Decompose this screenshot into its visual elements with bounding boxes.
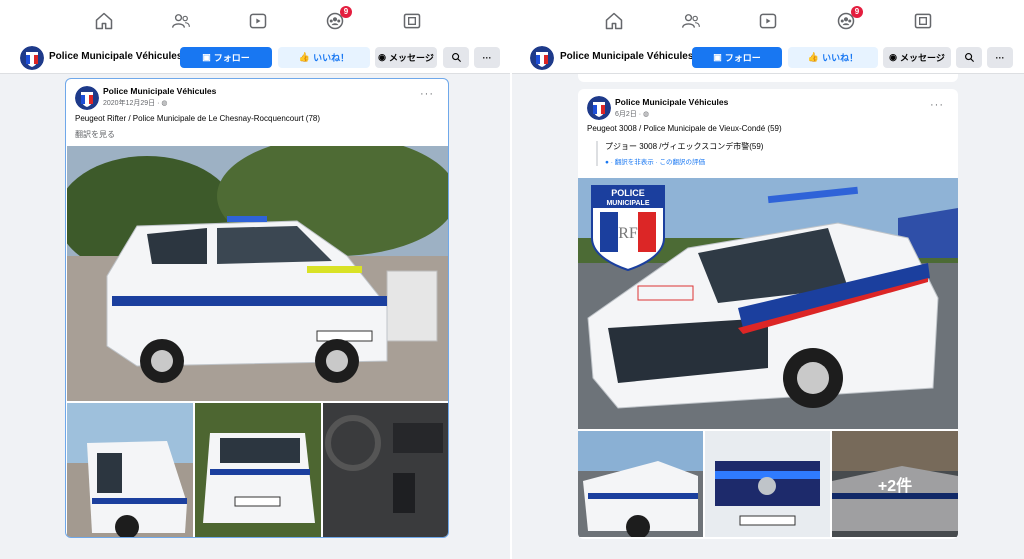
friends-icon[interactable] (170, 11, 192, 31)
post-card: Police Municipale Véhicules 6月2日 · ◍ ···… (578, 89, 958, 539)
search-button[interactable] (956, 47, 982, 68)
decal-text-line1: POLICE (611, 188, 645, 198)
left-screenshot-pane: 9 Police Municipale Véhicules ▣ フォロー 👍 いいね… (0, 0, 510, 559)
message-button[interactable]: ◉ メッセージ (883, 47, 951, 68)
post-text: Peugeot 3008 / Police Municipale de Vieu… (587, 124, 782, 133)
messenger-icon: ◉ (378, 52, 387, 62)
more-options-button[interactable]: ··· (987, 47, 1013, 68)
top-navigation-bar: 9 (512, 0, 1024, 42)
groups-icon[interactable]: 9 (324, 6, 352, 31)
decal-letters: RF (618, 225, 638, 242)
search-icon (451, 53, 461, 63)
post-author-name[interactable]: Police Municipale Véhicules (615, 97, 728, 107)
follow-button[interactable]: ▣ フォロー (180, 47, 272, 68)
post-thumbnail-1[interactable] (67, 403, 193, 537)
post-timestamp[interactable]: 6月2日 · ◍ (615, 109, 649, 119)
globe-icon: ◍ (643, 111, 650, 118)
previous-post-card-edge (578, 74, 958, 82)
gaming-icon[interactable] (401, 11, 423, 31)
search-button[interactable] (443, 47, 469, 68)
search-icon (964, 53, 974, 63)
friends-icon[interactable] (680, 11, 702, 31)
more-photos-overlay[interactable]: +2件 (832, 431, 958, 537)
post-card: Police Municipale Véhicules 2020年12月29日 … (65, 78, 449, 538)
notification-badge: 9 (851, 6, 863, 18)
thumbs-up-icon: 👍 (807, 52, 820, 62)
notification-badge: 9 (340, 6, 352, 18)
page-name[interactable]: Police Municipale Véhicules (560, 51, 693, 62)
like-button[interactable]: 👍 いいね！ (788, 47, 878, 68)
post-author-avatar[interactable] (75, 86, 99, 110)
post-menu-button[interactable]: ··· (930, 99, 944, 111)
post-thumbnail-2[interactable] (705, 431, 830, 537)
post-author-name[interactable]: Police Municipale Véhicules (103, 86, 216, 96)
video-icon[interactable] (757, 11, 779, 31)
like-button[interactable]: 👍 いいね！ (278, 47, 370, 68)
video-icon[interactable] (247, 11, 269, 31)
translated-text: プジョー 3008 /ヴィエックスコンデ市警(59) (605, 142, 764, 151)
thumbs-up-icon: 👍 (298, 52, 311, 62)
follow-button[interactable]: ▣ フォロー (692, 47, 782, 68)
post-author-avatar[interactable] (587, 96, 611, 120)
post-text: Peugeot Rifter / Police Municipale de Le… (75, 114, 321, 123)
post-main-photo[interactable]: POLICE MUNICIPALE RF (578, 178, 958, 429)
home-icon[interactable] (603, 11, 625, 31)
page-name[interactable]: Police Municipale Véhicules (49, 51, 182, 62)
page-avatar[interactable] (530, 46, 554, 70)
follow-icon: ▣ (202, 52, 211, 62)
decal-text-line2: MUNICIPALE (606, 200, 649, 207)
right-screenshot-pane: 9 Police Municipale Véhicules ▣ フォロー 👍 いいね… (512, 0, 1024, 559)
more-options-button[interactable]: ··· (474, 47, 500, 68)
top-navigation-bar: 9 (0, 0, 510, 42)
post-menu-button[interactable]: ··· (420, 88, 434, 100)
post-thumbnail-1[interactable] (578, 431, 703, 537)
messenger-icon: ◉ (889, 52, 898, 62)
post-thumbnail-2[interactable] (195, 403, 321, 537)
translation-links[interactable]: ● · 翻訳を非表示 · この翻訳の評価 (605, 156, 763, 166)
post-timestamp[interactable]: 2020年12月29日 · ◍ (103, 98, 167, 108)
globe-icon: ◍ (161, 100, 168, 107)
home-icon[interactable] (93, 11, 115, 31)
groups-icon[interactable]: 9 (835, 6, 863, 31)
page-avatar[interactable] (20, 46, 44, 70)
post-thumbnail-3[interactable] (323, 403, 448, 537)
message-button[interactable]: ◉ メッセージ (375, 47, 437, 68)
post-main-photo[interactable] (67, 146, 448, 401)
see-translation-link[interactable]: 翻訳を見る (75, 129, 115, 140)
page-header-bar: Police Municipale Véhicules ▣ フォロー 👍 いいね！ … (512, 42, 1024, 74)
follow-icon: ▣ (713, 52, 722, 62)
page-header-bar: Police Municipale Véhicules ▣ フォロー 👍 いいね！ … (0, 42, 510, 74)
translation-block: プジョー 3008 /ヴィエックスコンデ市警(59) ● · 翻訳を非表示 · … (596, 141, 763, 166)
gaming-icon[interactable] (912, 11, 934, 31)
post-thumbnail-3[interactable]: +2件 (832, 431, 958, 537)
